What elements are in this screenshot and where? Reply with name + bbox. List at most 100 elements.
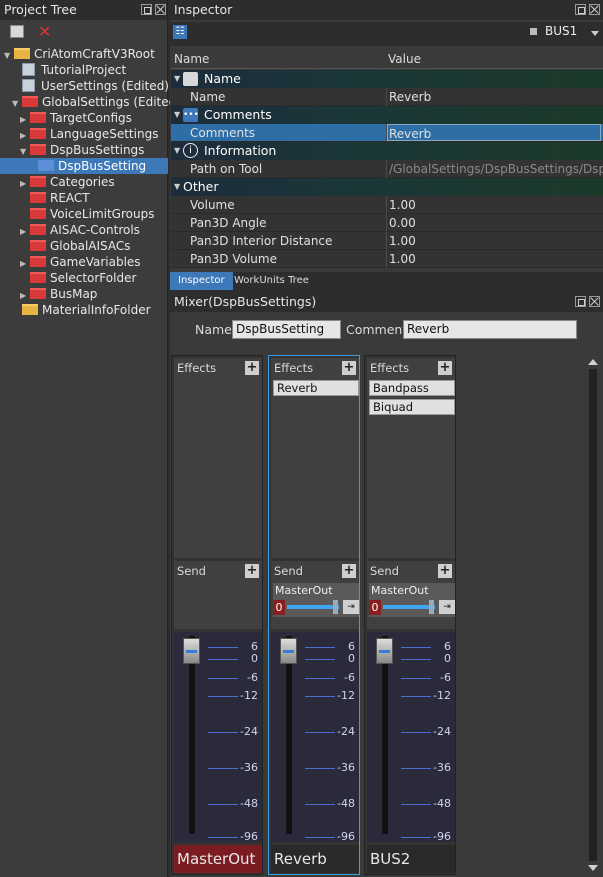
send-level-handle[interactable] <box>429 600 434 614</box>
send-level-bar[interactable] <box>383 605 435 609</box>
meter-tick-label: -12 <box>240 689 258 702</box>
meter-tick <box>401 768 431 769</box>
tree-item[interactable]: UserSettings (Edited) <box>0 78 169 94</box>
tree-item[interactable]: ▶ GameVariables <box>0 254 168 270</box>
fader-handle[interactable] <box>376 638 393 664</box>
folder-red-icon <box>30 112 46 123</box>
add-effect-button[interactable]: + <box>342 361 356 375</box>
tree-item[interactable]: ▼ DspBusSettings <box>0 142 168 158</box>
effect-item[interactable]: Biquad <box>369 399 455 415</box>
property-row-pan3d-interior[interactable]: Pan3D Interior Distance 1.00 <box>171 232 603 250</box>
tree-item[interactable]: ▶ AISAC-Controls <box>0 222 168 238</box>
add-effect-button[interactable]: + <box>245 361 259 375</box>
property-row-pan3d-angle[interactable]: Pan3D Angle 0.00 <box>171 214 603 232</box>
float-panel-button[interactable] <box>575 4 586 15</box>
send-level-bar[interactable] <box>287 605 339 609</box>
send-target: MasterOut <box>371 584 429 597</box>
volume-fader[interactable]: 6 0 -6 -12 -24 -36 -48 -96 <box>174 632 262 843</box>
scroll-up-icon[interactable] <box>588 359 598 365</box>
tree-item[interactable]: ▶ BusMap <box>0 286 168 302</box>
folder-red-icon <box>30 128 46 139</box>
send-row[interactable]: MasterOut 0 ⇥ <box>273 583 359 617</box>
tree-item[interactable]: ▼ CriAtomCraftV3Root <box>0 46 168 62</box>
send-row[interactable]: MasterOut 0 ⇥ <box>369 583 455 617</box>
categorized-view-icon[interactable]: ☷ <box>173 25 187 39</box>
property-row-comments[interactable]: Comments Reverb <box>171 124 603 142</box>
tree-item[interactable]: TutorialProject <box>0 62 168 78</box>
effect-item[interactable]: Bandpass <box>369 380 455 396</box>
tree-item[interactable]: ▶ TargetConfigs <box>0 110 168 126</box>
delete-icon[interactable]: ✕ <box>38 22 51 41</box>
send-options-button[interactable]: ⇥ <box>439 600 455 614</box>
folder-red-icon <box>30 240 46 251</box>
add-send-button[interactable]: + <box>342 564 356 578</box>
property-row-path[interactable]: Path on Tool /GlobalSettings/DspBusSetti… <box>171 160 603 178</box>
folder-red-icon <box>30 288 46 299</box>
effects-label: Effects <box>274 361 314 375</box>
tab-workunits-tree[interactable]: WorkUnits Tree <box>226 272 317 290</box>
tree-item[interactable]: ▶ Categories <box>0 174 168 190</box>
folder-red-icon <box>30 176 46 187</box>
fader-handle[interactable] <box>280 638 297 664</box>
category-comments[interactable]: ▼ ••• Comments <box>171 106 603 124</box>
meter-tick-label: -24 <box>240 725 258 738</box>
mixer-scrollbar[interactable] <box>585 355 601 875</box>
add-send-button[interactable]: + <box>245 564 259 578</box>
chevron-down-icon[interactable] <box>591 31 599 36</box>
mixer-strip-1: Effects + Reverb Send + MasterOut 0 ⇥ 6 0 -6 -12 -24… <box>268 355 360 875</box>
name-field[interactable]: DspBusSetting <box>232 320 341 339</box>
send-options-button[interactable]: ⇥ <box>343 600 359 614</box>
send-level-value[interactable]: 0 <box>273 600 285 615</box>
category-information[interactable]: ▼ i Information <box>171 142 603 160</box>
close-panel-button[interactable] <box>589 4 600 15</box>
inspector-toolbar <box>170 22 603 46</box>
folder-yellow-icon <box>22 304 38 315</box>
meter-tick <box>305 678 335 679</box>
tree-item[interactable]: ▶ LanguageSettings <box>0 126 168 142</box>
volume-fader[interactable]: 6 0 -6 -12 -24 -36 -48 -96 <box>367 632 455 843</box>
tree-item[interactable]: ▼ GlobalSettings (Edited) <box>0 94 181 110</box>
category-other[interactable]: ▼ Other <box>171 178 603 196</box>
property-row-pan3d-volume[interactable]: Pan3D Volume 1.00 <box>171 250 603 268</box>
tree-item-label: TutorialProject <box>41 63 127 77</box>
tree-item[interactable]: MaterialInfoFolder <box>0 302 168 318</box>
tree-item-label: Categories <box>50 175 115 189</box>
meter-tick <box>401 837 431 838</box>
close-panel-button[interactable] <box>589 296 600 307</box>
inspector-title: Inspector <box>170 0 603 20</box>
tree-item[interactable]: GlobalAISACs <box>0 238 168 254</box>
tree-item[interactable]: VoiceLimitGroups <box>0 206 168 222</box>
meter-tick-label: -48 <box>337 797 355 810</box>
fader-handle[interactable] <box>183 638 200 664</box>
float-panel-button[interactable] <box>575 296 586 307</box>
send-level-handle[interactable] <box>333 600 338 614</box>
float-panel-button[interactable] <box>141 4 152 15</box>
send-section: Send + MasterOut 0 ⇥ <box>367 561 455 629</box>
property-row-volume[interactable]: Volume 1.00 <box>171 196 603 214</box>
tree-item[interactable]: DspBusSetting <box>0 158 168 174</box>
scroll-down-icon[interactable] <box>588 865 598 871</box>
meter-tick <box>208 647 238 648</box>
folder-red-icon <box>30 224 46 235</box>
property-row-name[interactable]: Name Reverb <box>171 88 603 106</box>
meter-tick <box>208 696 238 697</box>
meter-tick <box>305 768 335 769</box>
name-label: Name <box>195 322 232 337</box>
tree-item[interactable]: REACT <box>0 190 168 206</box>
meter-tick-label: -96 <box>433 830 451 843</box>
bus-label: BUS1 <box>545 24 578 38</box>
new-item-icon[interactable] <box>10 25 24 38</box>
send-label: Send <box>274 564 303 578</box>
add-effect-button[interactable]: + <box>438 361 452 375</box>
send-level-value[interactable]: 0 <box>369 600 381 615</box>
volume-fader[interactable]: 6 0 -6 -12 -24 -36 -48 -96 <box>271 632 359 843</box>
tree-item[interactable]: SelectorFolder <box>0 270 168 286</box>
tab-inspector[interactable]: Inspector <box>170 272 233 290</box>
tree-item-label: GlobalAISACs <box>50 239 131 253</box>
strip-name: BUS2 <box>367 845 455 873</box>
close-panel-button[interactable] <box>155 4 166 15</box>
category-name[interactable]: ▼ Name <box>171 70 603 88</box>
comment-field[interactable]: Reverb <box>403 320 577 339</box>
effect-item[interactable]: Reverb <box>273 380 359 396</box>
add-send-button[interactable]: + <box>438 564 452 578</box>
